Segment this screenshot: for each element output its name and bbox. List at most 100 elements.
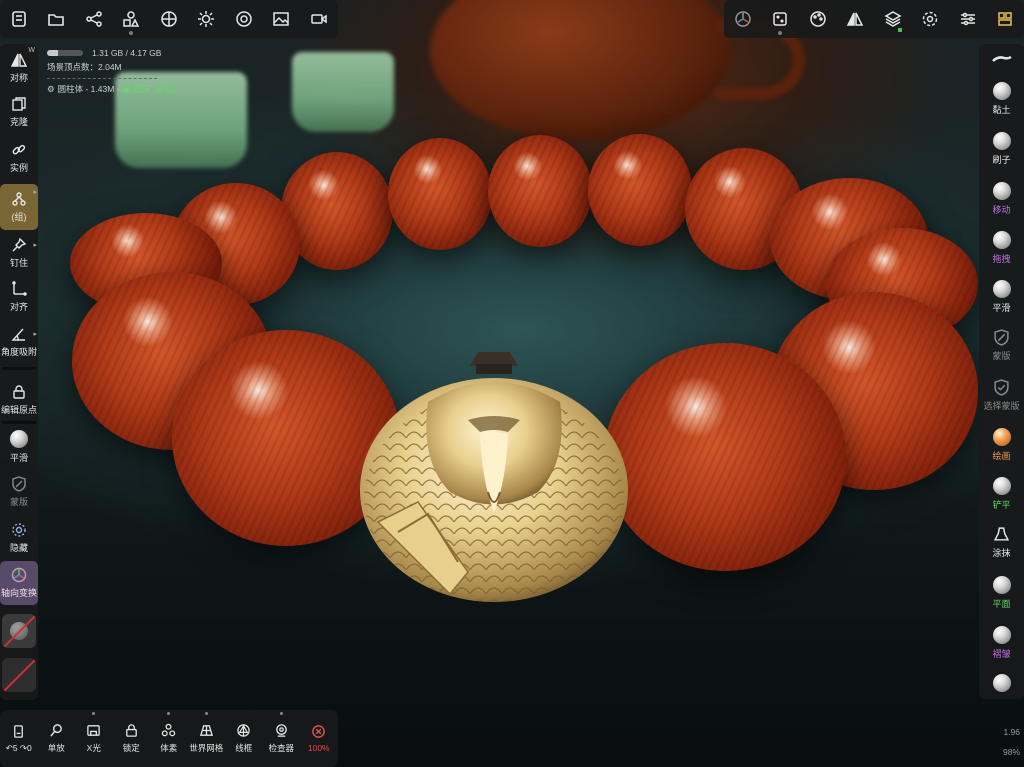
- scene-graph-icon: [86, 11, 102, 27]
- flatten-brush[interactable]: 铲平: [979, 477, 1024, 511]
- inspector-button[interactable]: 检查器: [263, 710, 301, 767]
- active-mesh-row[interactable]: ⚙ 圆柱体 - 1.43M - ▣ 图层 (基底): [47, 82, 176, 96]
- stroke-button[interactable]: [979, 54, 1024, 64]
- clay-brush[interactable]: 黏土: [979, 82, 1024, 116]
- voxel-button[interactable]: 体素: [150, 710, 188, 767]
- group-icon: [12, 192, 26, 206]
- environment-button[interactable]: [225, 0, 263, 38]
- wireframe-icon: [237, 724, 250, 737]
- axis-transform-label: 轴向变换: [0, 588, 37, 598]
- select-mask-brush[interactable]: 选择蒙版: [979, 379, 1024, 412]
- eagle-pendant-model[interactable]: [358, 342, 630, 604]
- smooth-brush[interactable]: 平滑: [979, 280, 1024, 314]
- axis-transform-icon: [11, 567, 27, 583]
- align-label: 对齐: [9, 302, 28, 312]
- angle-snap-label: 角度吸附: [0, 347, 37, 357]
- files-button[interactable]: [38, 0, 76, 38]
- image-button[interactable]: [263, 0, 301, 38]
- top-right-toolbar: [724, 0, 1024, 38]
- instance-tool[interactable]: 实例: [0, 142, 38, 174]
- smooth-ball-icon: [10, 430, 28, 448]
- planar-brush[interactable]: 平面: [979, 576, 1024, 610]
- history-icon: [14, 724, 24, 738]
- settings-icon: [923, 11, 938, 27]
- history-button[interactable]: ↶5 ↷0: [0, 710, 38, 767]
- mask-tool[interactable]: 蒙版: [0, 476, 38, 508]
- tool-settings-button[interactable]: [987, 0, 1024, 38]
- align-tool[interactable]: 对齐: [0, 281, 38, 313]
- flatten-brush-icon: [992, 477, 1011, 495]
- opacity-button[interactable]: 100%: [300, 710, 338, 767]
- move-brush[interactable]: 移动: [979, 182, 1024, 216]
- more-brush[interactable]: [979, 674, 1024, 692]
- pin-label: 钉住: [9, 258, 28, 268]
- right-toolbar: 黏土 刷子 移动 拖拽 平滑 蒙版 选择蒙版 绘画 铲平 涂抹 平面 褶皱: [979, 44, 1024, 699]
- light-button[interactable]: [188, 0, 226, 38]
- solo-label: 单放: [47, 743, 65, 753]
- group-tool[interactable]: ▸ (组): [0, 184, 38, 230]
- video-button[interactable]: [300, 0, 338, 38]
- move-brush-label: 移动: [992, 205, 1011, 215]
- edit-origin-tool[interactable]: 编辑原点: [0, 384, 38, 416]
- solo-button[interactable]: 单放: [38, 710, 76, 767]
- planar-brush-icon: [992, 576, 1011, 594]
- pin-icon: [12, 237, 27, 252]
- 3d-viewport[interactable]: [0, 0, 1024, 767]
- move-brush-icon: [992, 182, 1011, 200]
- align-icon: [12, 281, 27, 296]
- hide-tool[interactable]: 隐藏: [0, 522, 38, 554]
- primitives-button[interactable]: [113, 0, 151, 38]
- axis-gizmo-button[interactable]: [724, 0, 762, 38]
- hide-label: 隐藏: [9, 543, 28, 553]
- brush-brush[interactable]: 刷子: [979, 132, 1024, 166]
- more-brush-icon: [992, 674, 1011, 692]
- sliders-button[interactable]: [949, 0, 987, 38]
- settings-button[interactable]: [912, 0, 950, 38]
- mask-brush[interactable]: 蒙版: [979, 329, 1024, 362]
- dice-button[interactable]: [762, 0, 800, 38]
- drag-brush-icon: [992, 231, 1011, 249]
- indicator-dot: [92, 712, 96, 715]
- smudge-brush[interactable]: 涂抹: [979, 526, 1024, 559]
- lock-button[interactable]: 锁定: [113, 710, 151, 767]
- brush-label: 刷子: [992, 155, 1011, 165]
- angle-snap-tool[interactable]: ▸ 角度吸附: [0, 326, 38, 358]
- smooth-tool[interactable]: 平滑: [0, 430, 38, 464]
- clay-brush-icon: [992, 82, 1011, 100]
- symmetry-tool[interactable]: 对称: [0, 52, 38, 84]
- memory-bar: [47, 50, 83, 56]
- material-slot-1[interactable]: [2, 614, 36, 648]
- paint-brush[interactable]: 绘画: [979, 428, 1024, 462]
- stroke-icon: [991, 55, 1012, 62]
- smooth-brush-icon: [992, 280, 1011, 298]
- angle-snap-icon: [11, 328, 25, 341]
- brush-icon: [992, 132, 1011, 150]
- memory-bar-fill: [47, 50, 59, 56]
- clone-icon: [12, 97, 26, 111]
- menu-button[interactable]: [0, 0, 38, 38]
- symmetry-button[interactable]: [837, 0, 875, 38]
- pin-tool[interactable]: ▸ 钉住: [0, 237, 38, 269]
- layers-icon: [884, 11, 902, 27]
- world-grid-button[interactable]: 世界网格: [188, 710, 226, 767]
- crease-brush[interactable]: 褶皱: [979, 626, 1024, 660]
- mesh-icon: ⚙: [47, 83, 55, 94]
- mask-shield-icon: [12, 476, 26, 492]
- clone-tool[interactable]: 克隆: [0, 96, 38, 128]
- xray-button[interactable]: X光: [75, 710, 113, 767]
- palette-button[interactable]: [799, 0, 837, 38]
- wireframe-button[interactable]: 线框: [225, 710, 263, 767]
- drag-brush[interactable]: 拖拽: [979, 231, 1024, 265]
- lock-icon: [125, 724, 137, 737]
- layers-button[interactable]: [874, 0, 912, 38]
- material-ball-icon: [10, 622, 28, 640]
- radius-value: 1.96: [1003, 727, 1020, 737]
- axis-transform-tool[interactable]: 轴向变换: [0, 561, 38, 605]
- material-button[interactable]: [150, 0, 188, 38]
- paint-brush-icon: [992, 428, 1011, 446]
- symmetry-icon: [11, 53, 27, 67]
- material-slot-2[interactable]: [2, 658, 36, 692]
- scene-button[interactable]: [75, 0, 113, 38]
- axis-gizmo-icon: [735, 11, 751, 27]
- divider: [2, 421, 36, 424]
